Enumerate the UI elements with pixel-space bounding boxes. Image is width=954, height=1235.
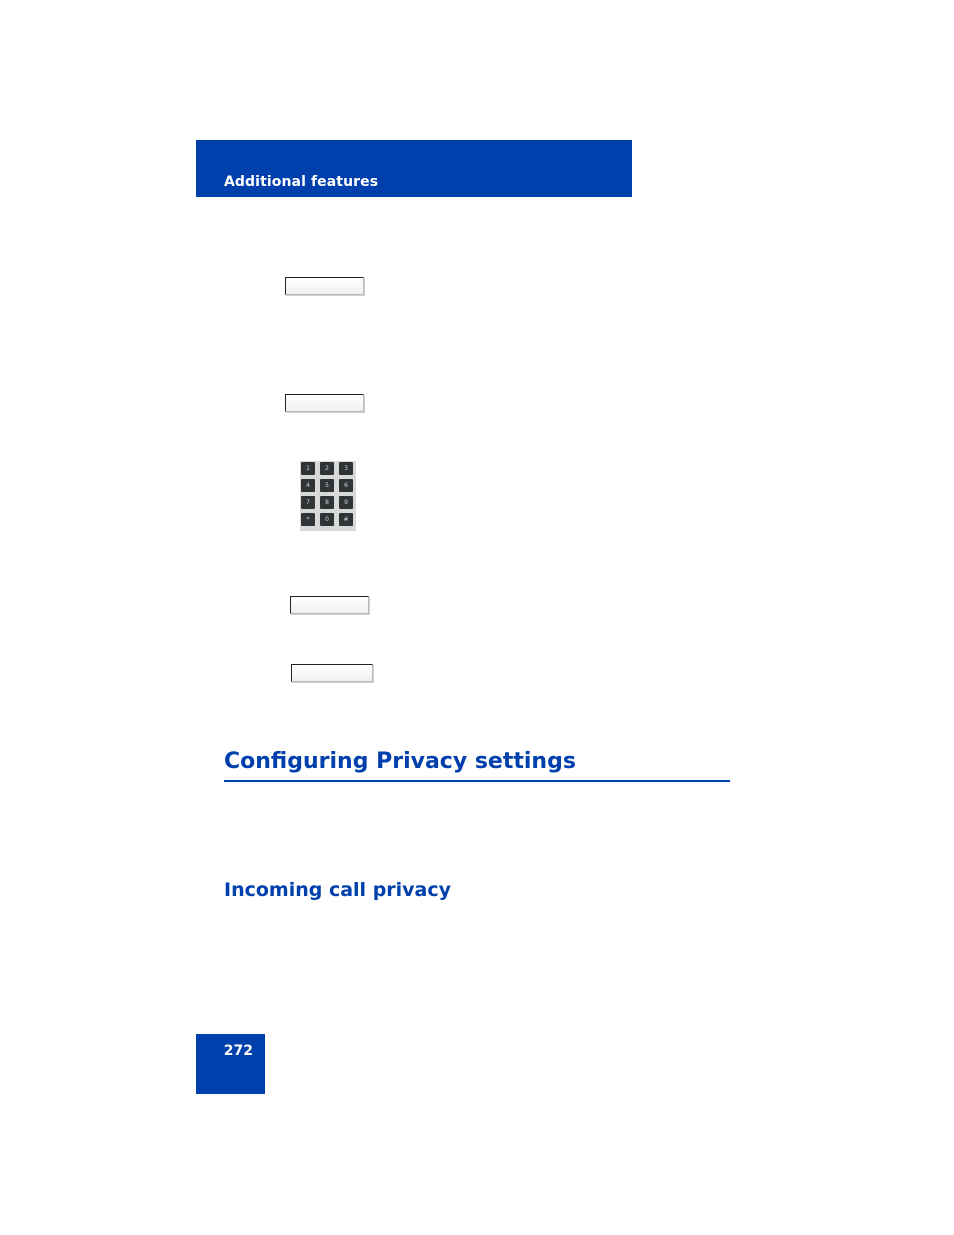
dialpad-key-hash[interactable]: #	[339, 513, 353, 526]
dialpad-key-9[interactable]: 9	[339, 496, 353, 509]
dialpad-keypad: 1 2 3 4 5 6 7 8 9 * 0 #	[300, 461, 356, 531]
softkey-button-1[interactable]	[285, 277, 364, 295]
dialpad-key-7[interactable]: 7	[301, 496, 315, 509]
header-bar: Additional features	[196, 140, 632, 197]
dialpad-key-6[interactable]: 6	[339, 479, 353, 492]
section-heading: Configuring Privacy settings	[224, 749, 576, 774]
heading-rule-divider	[224, 780, 730, 782]
page-number-box: 272	[196, 1034, 265, 1094]
subsection-heading: Incoming call privacy	[224, 879, 452, 901]
dialpad-key-1[interactable]: 1	[301, 462, 315, 475]
dialpad-key-5[interactable]: 5	[320, 479, 334, 492]
section-title: Additional features	[224, 174, 379, 190]
softkey-button-4[interactable]	[291, 664, 373, 682]
dialpad-key-2[interactable]: 2	[320, 462, 334, 475]
dialpad-key-8[interactable]: 8	[320, 496, 334, 509]
dialpad-key-4[interactable]: 4	[301, 479, 315, 492]
softkey-button-3[interactable]	[290, 596, 369, 614]
dialpad-key-star[interactable]: *	[301, 513, 315, 526]
dialpad-key-0[interactable]: 0	[320, 513, 334, 526]
softkey-button-2[interactable]	[285, 394, 364, 412]
page-number: 272	[223, 1043, 253, 1059]
dialpad-key-3[interactable]: 3	[339, 462, 353, 475]
